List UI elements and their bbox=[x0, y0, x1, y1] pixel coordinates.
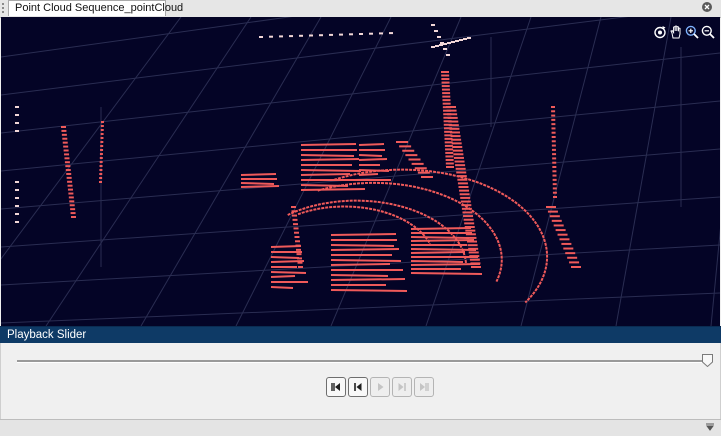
point-cluster bbox=[358, 158, 388, 161]
point-cluster bbox=[358, 173, 379, 176]
pan-icon[interactable] bbox=[669, 25, 683, 39]
playback-controls bbox=[326, 377, 434, 397]
point-cluster bbox=[270, 271, 307, 274]
tab-title: Point Cloud Sequence_pointCloud bbox=[15, 2, 184, 14]
point-cluster bbox=[300, 173, 351, 176]
tab-point-cloud-sequence[interactable]: Point Cloud Sequence_pointCloud bbox=[8, 0, 183, 16]
first-frame-button[interactable] bbox=[326, 377, 346, 397]
point-cluster bbox=[410, 248, 477, 251]
point-cluster bbox=[240, 173, 277, 176]
zoom-out-icon[interactable] bbox=[701, 25, 715, 39]
playback-slider-label: Playback Slider bbox=[7, 329, 87, 341]
point-cluster bbox=[410, 236, 470, 239]
point-cluster bbox=[330, 259, 402, 262]
point-cluster bbox=[300, 158, 360, 161]
point-cluster bbox=[330, 233, 397, 236]
chevron-down-icon[interactable] bbox=[705, 422, 715, 432]
point-cluster bbox=[410, 263, 481, 266]
grid-line bbox=[1, 17, 293, 58]
status-bar bbox=[0, 419, 721, 436]
rotate-3d-icon[interactable] bbox=[653, 25, 667, 39]
point-cluster bbox=[330, 244, 395, 247]
previous-frame-button[interactable] bbox=[348, 377, 368, 397]
point-cluster bbox=[300, 143, 357, 146]
playback-slider-title: Playback Slider bbox=[0, 326, 721, 343]
point-cluster bbox=[410, 227, 472, 230]
point-cluster bbox=[330, 274, 389, 277]
grid-line bbox=[1, 52, 720, 134]
point-cluster bbox=[300, 184, 349, 187]
playback-slider-panel bbox=[0, 343, 721, 419]
point-cluster bbox=[240, 185, 280, 188]
point-cluster bbox=[410, 260, 464, 263]
grid-line bbox=[140, 17, 322, 326]
point-cloud-viewer[interactable] bbox=[1, 17, 720, 326]
play-icon bbox=[378, 383, 384, 391]
point-cluster bbox=[358, 154, 383, 157]
document-tab-bar: Point Cloud Sequence_pointCloud bbox=[0, 0, 721, 18]
point-cluster bbox=[358, 143, 385, 146]
point-cluster bbox=[270, 286, 294, 289]
axes-toolbar bbox=[653, 25, 715, 41]
point-cluster bbox=[330, 248, 400, 251]
step-back-icon bbox=[354, 383, 362, 391]
close-icon[interactable] bbox=[702, 2, 712, 12]
point-cluster bbox=[300, 169, 362, 172]
next-frame-button[interactable] bbox=[392, 377, 412, 397]
point-cluster bbox=[410, 251, 466, 254]
grid-line bbox=[1, 292, 720, 324]
grip-icon[interactable] bbox=[2, 3, 5, 14]
grid-line bbox=[1, 17, 629, 96]
point-cluster bbox=[410, 239, 475, 242]
point-cluster bbox=[270, 256, 300, 259]
point-cluster bbox=[330, 289, 408, 292]
zoom-in-icon[interactable] bbox=[685, 25, 699, 39]
point-cluster bbox=[300, 188, 366, 191]
grid-line bbox=[710, 228, 720, 326]
step-forward-icon bbox=[398, 383, 406, 391]
grid-line bbox=[520, 17, 602, 326]
point-cloud-axes[interactable] bbox=[1, 17, 720, 326]
point-cluster bbox=[330, 263, 391, 266]
point-cluster bbox=[270, 275, 296, 278]
point-cluster bbox=[240, 182, 275, 185]
skip-to-start-icon bbox=[331, 383, 340, 391]
slider-track[interactable] bbox=[17, 360, 711, 363]
point-cluster bbox=[300, 154, 355, 157]
point-cluster bbox=[410, 272, 483, 275]
last-frame-button[interactable] bbox=[414, 377, 434, 397]
skip-to-end-icon bbox=[420, 383, 429, 391]
play-button[interactable] bbox=[370, 377, 390, 397]
grid-line bbox=[45, 17, 252, 326]
slider-thumb[interactable] bbox=[702, 354, 713, 367]
point-cluster bbox=[330, 278, 406, 281]
